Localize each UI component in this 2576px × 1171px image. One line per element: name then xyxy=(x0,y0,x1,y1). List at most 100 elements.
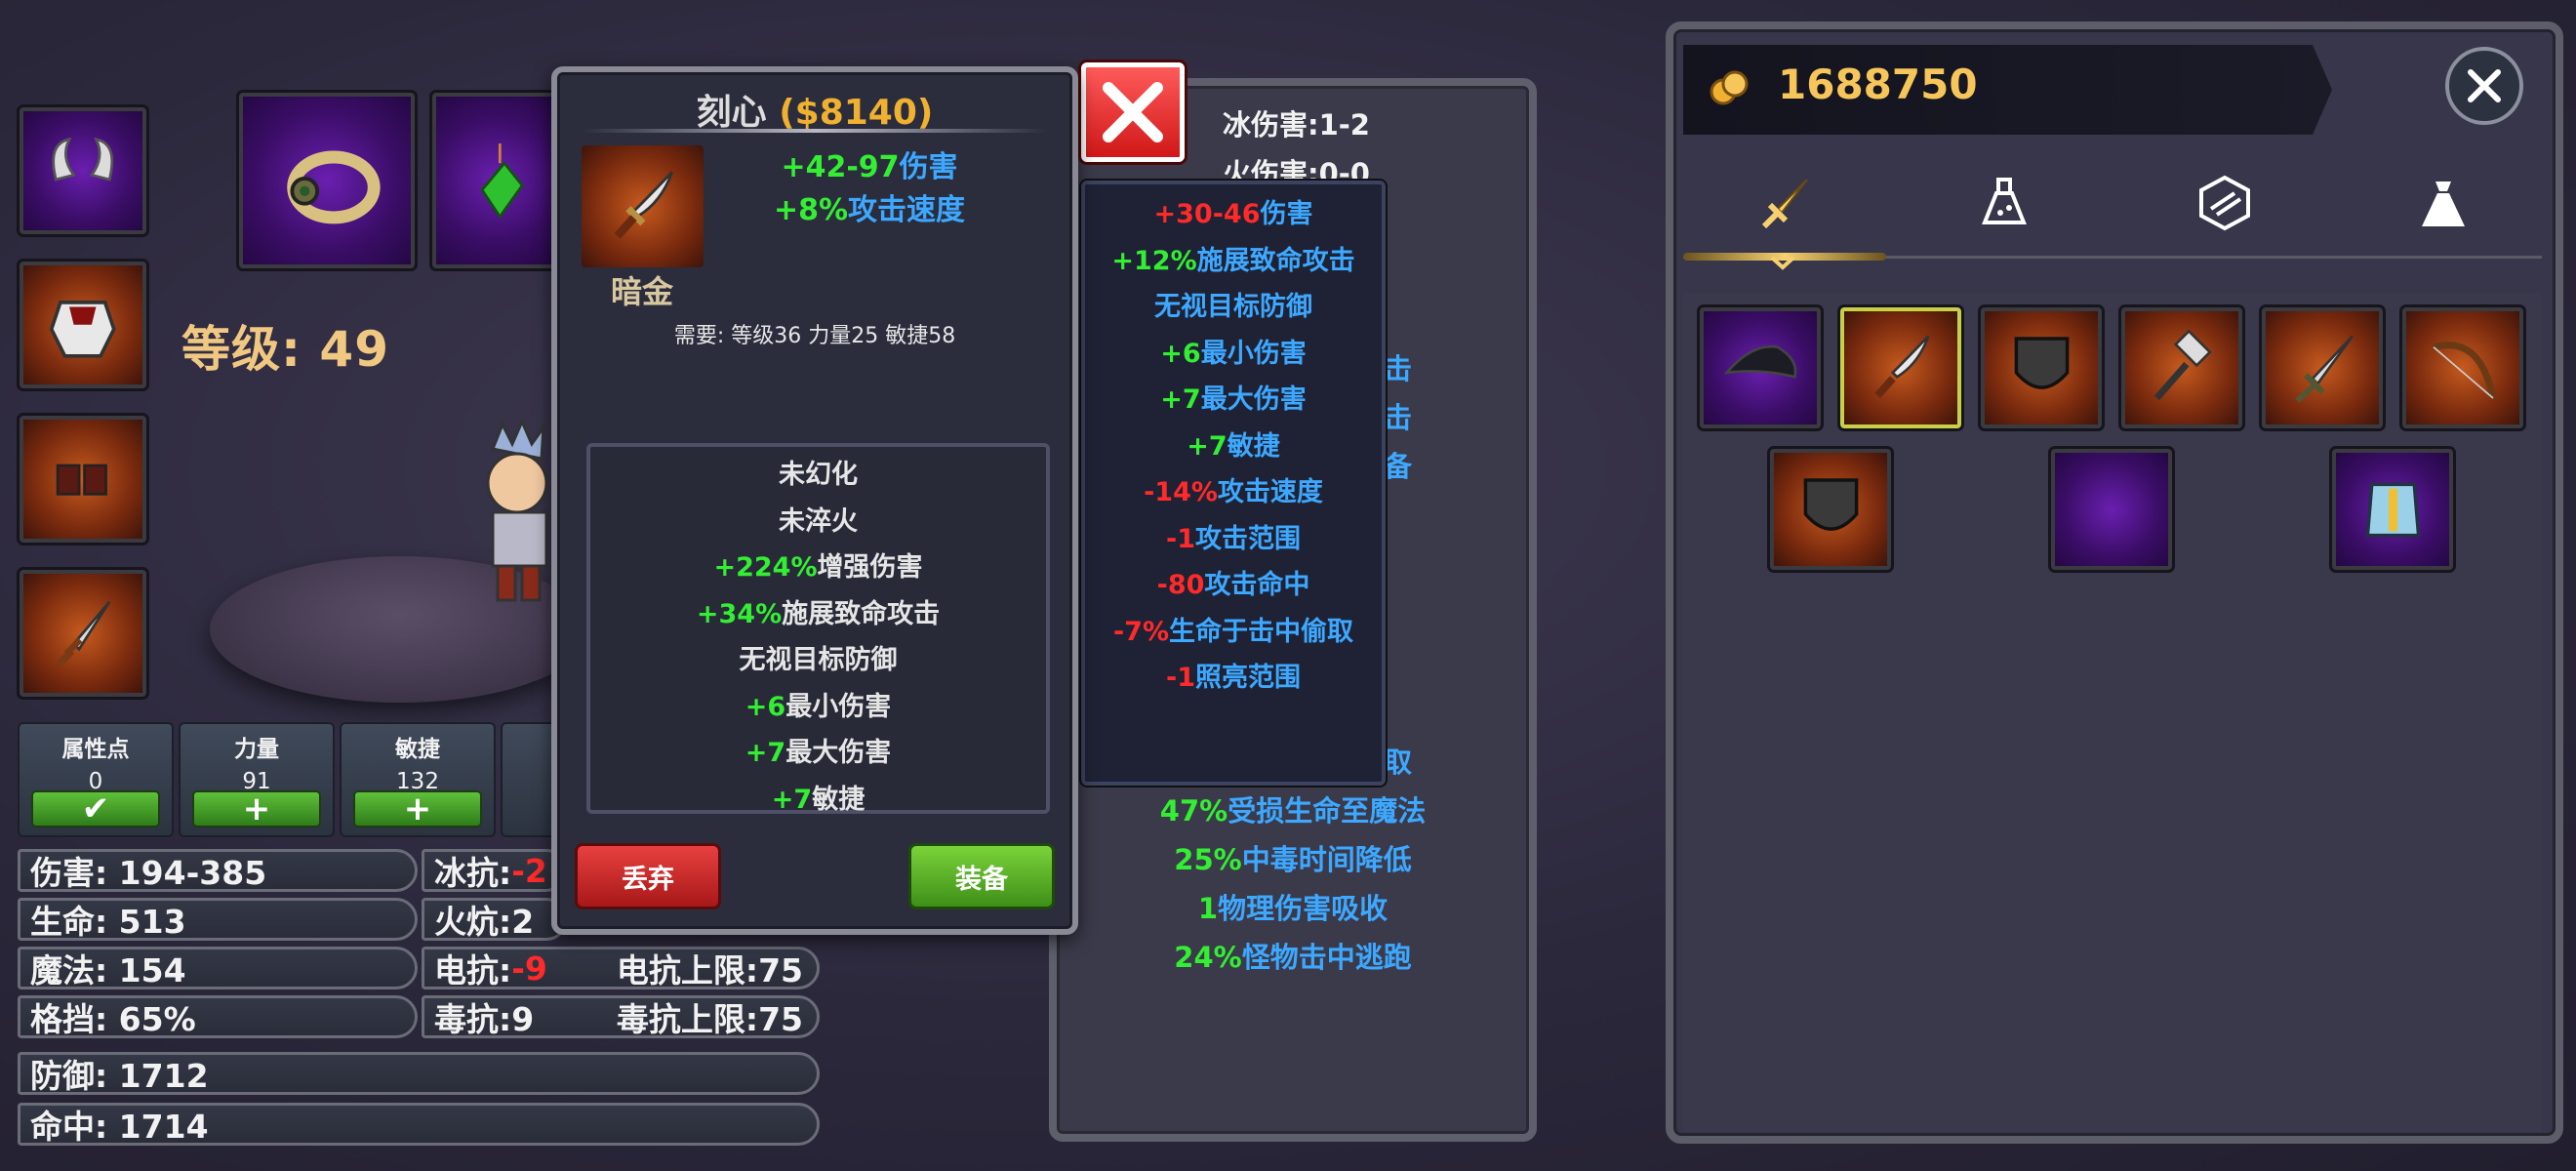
bonus-line: 24%怪物击中逃跑 xyxy=(1174,941,1412,974)
gold-coins-icon xyxy=(1710,70,1749,105)
horned-helmet-icon xyxy=(52,138,114,182)
dagger-icon xyxy=(614,170,673,239)
property-line: +34%施展致命攻击 xyxy=(696,598,941,629)
stat-life: 生命: 513 xyxy=(18,898,418,941)
partial-text: 备 xyxy=(1384,450,1413,483)
attr-title: 属性点 xyxy=(61,737,130,762)
partial-text: 击 xyxy=(1384,352,1413,385)
stat-fire-resist: 火炕:2 xyxy=(422,898,568,941)
compare-line: -14%攻击速度 xyxy=(1144,477,1323,507)
item-properties-box: 未幻化未淬火 +224%增强伤害 +34%施展致命攻击 无视目标防御 +6最小伤害 +7最… xyxy=(586,443,1050,815)
attr-extra-box xyxy=(501,722,559,837)
inventory-slot[interactable] xyxy=(2259,304,2386,431)
tab-bags[interactable] xyxy=(2404,166,2482,239)
inventory-slot-selected[interactable] xyxy=(1837,304,1964,431)
close-icon xyxy=(2468,69,2501,102)
attr-points-box: 属性点 0 ✔ xyxy=(18,722,174,837)
close-inventory-button[interactable] xyxy=(2445,47,2523,125)
item-speed-line: +8%攻击速度 xyxy=(773,193,966,227)
potion-icon xyxy=(1982,177,2027,224)
stat-hit: 命中: 1714 xyxy=(18,1103,820,1146)
partial-text: 取 xyxy=(1384,746,1413,779)
hammer-icon xyxy=(2153,329,2212,400)
compare-line: 无视目标防御 xyxy=(1154,292,1312,322)
item-title: 刻心 ($8140) xyxy=(696,93,934,133)
compare-line: -1照亮范围 xyxy=(1166,663,1301,693)
property-line: 未幻化 xyxy=(779,460,858,490)
stat-block: 格挡: 65% xyxy=(18,995,418,1038)
item-detail-popup: 刻心 ($8140) 暗金 +42-97伤害 +8%攻击速度 需要: 等级36 … xyxy=(551,66,1078,935)
ring-icon xyxy=(286,150,381,223)
add-strength-button[interactable]: + xyxy=(192,789,321,828)
equip-slot-armor[interactable] xyxy=(17,259,149,391)
property-line: 无视目标防御 xyxy=(739,645,898,675)
gem-icon xyxy=(2199,175,2250,230)
drop-button[interactable]: 丢弃 xyxy=(575,843,721,909)
compare-line: +6最小伤害 xyxy=(1160,338,1307,369)
shield-icon xyxy=(1803,477,1858,531)
compare-line: +30-46伤害 xyxy=(1153,199,1313,229)
inventory-slot[interactable] xyxy=(2329,446,2456,573)
hat-icon xyxy=(1723,344,1796,379)
amulet-icon xyxy=(480,142,525,220)
stat-poison-resist: 毒抗:9 毒抗上限:75 xyxy=(422,995,820,1038)
stat-defense: 防御: 1712 xyxy=(18,1052,820,1095)
tab-potions[interactable] xyxy=(1965,166,2043,239)
equip-slot-ring[interactable] xyxy=(236,90,418,271)
stat-ice-resist: 冰抗: -2 xyxy=(422,849,568,892)
item-rarity: 暗金 xyxy=(611,273,674,310)
compare-line: +7最大伤害 xyxy=(1160,384,1307,415)
bonus-line: 25%中毒时间降低 xyxy=(1174,843,1412,876)
chest-armor-icon xyxy=(2365,482,2420,537)
property-line: 未淬火 xyxy=(779,505,858,537)
close-popup-button[interactable] xyxy=(1081,62,1185,162)
property-line: +7敏捷 xyxy=(771,784,865,815)
close-icon xyxy=(1103,82,1163,142)
inventory-slot[interactable] xyxy=(2399,304,2526,431)
ice-damage-text: 冰伤害:1-2 xyxy=(1223,108,1370,141)
gold-amount: 1688750 xyxy=(1778,61,1978,108)
inventory-slot[interactable] xyxy=(2118,304,2245,431)
confirm-button[interactable]: ✔ xyxy=(31,789,160,828)
stat-mana: 魔法: 154 xyxy=(18,947,418,989)
attr-agility-box: 敏捷 132 + xyxy=(340,722,496,837)
tab-gems[interactable] xyxy=(2186,166,2264,239)
bonus-line: 47%受损生命至魔法 xyxy=(1159,794,1427,828)
title-divider xyxy=(582,129,1048,133)
bow-icon xyxy=(2432,341,2496,399)
sword-icon xyxy=(2294,335,2354,403)
tab-weapons[interactable] xyxy=(1747,166,1825,239)
item-preview-slot xyxy=(582,145,704,267)
equip-slot-boots[interactable] xyxy=(17,413,149,545)
inventory-slot[interactable] xyxy=(2048,446,2175,573)
bonus-line: 1物理伤害吸收 xyxy=(1197,892,1389,925)
sword-icon xyxy=(1761,178,1808,228)
stat-damage: 伤害: 194-385 xyxy=(18,849,418,892)
compare-line: -1攻击范围 xyxy=(1166,523,1301,554)
equip-button[interactable]: 装备 xyxy=(908,843,1055,909)
property-line: +7最大伤害 xyxy=(745,738,892,768)
compare-tooltip: +30-46伤害 +12%施展致命攻击 无视目标防御 +6最小伤害 +7最大伤害 +7敏捷… xyxy=(1081,181,1386,786)
property-line: +6最小伤害 xyxy=(745,691,892,722)
sword-icon xyxy=(55,601,111,668)
add-agility-button[interactable]: + xyxy=(353,789,482,828)
dagger-icon xyxy=(1873,335,1930,398)
partial-text: 击 xyxy=(1384,401,1413,434)
stat-elec-resist: 电抗: -9 电抗上限:75 xyxy=(422,947,820,989)
equip-slot-helmet[interactable] xyxy=(17,104,149,237)
equip-slot-weapon[interactable] xyxy=(17,567,149,700)
boots-icon xyxy=(57,464,108,496)
compare-line: -80攻击命中 xyxy=(1156,570,1310,600)
inventory-slot[interactable] xyxy=(1767,446,1894,573)
attr-title: 力量 xyxy=(234,737,279,762)
equip-slot-amulet[interactable] xyxy=(429,90,562,271)
item-requirements: 需要: 等级36 力量25 敏捷58 xyxy=(673,324,956,348)
inventory-slot[interactable] xyxy=(1978,304,2105,431)
property-line: +224%增强伤害 xyxy=(713,552,923,583)
inventory-slot[interactable] xyxy=(1697,304,1824,431)
hero-level: 等级: 49 xyxy=(181,321,389,378)
shield-icon xyxy=(2014,336,2069,389)
armor-icon xyxy=(49,301,117,358)
attr-strength-box: 力量 91 + xyxy=(179,722,335,837)
chevron-down-icon xyxy=(1770,256,1795,270)
